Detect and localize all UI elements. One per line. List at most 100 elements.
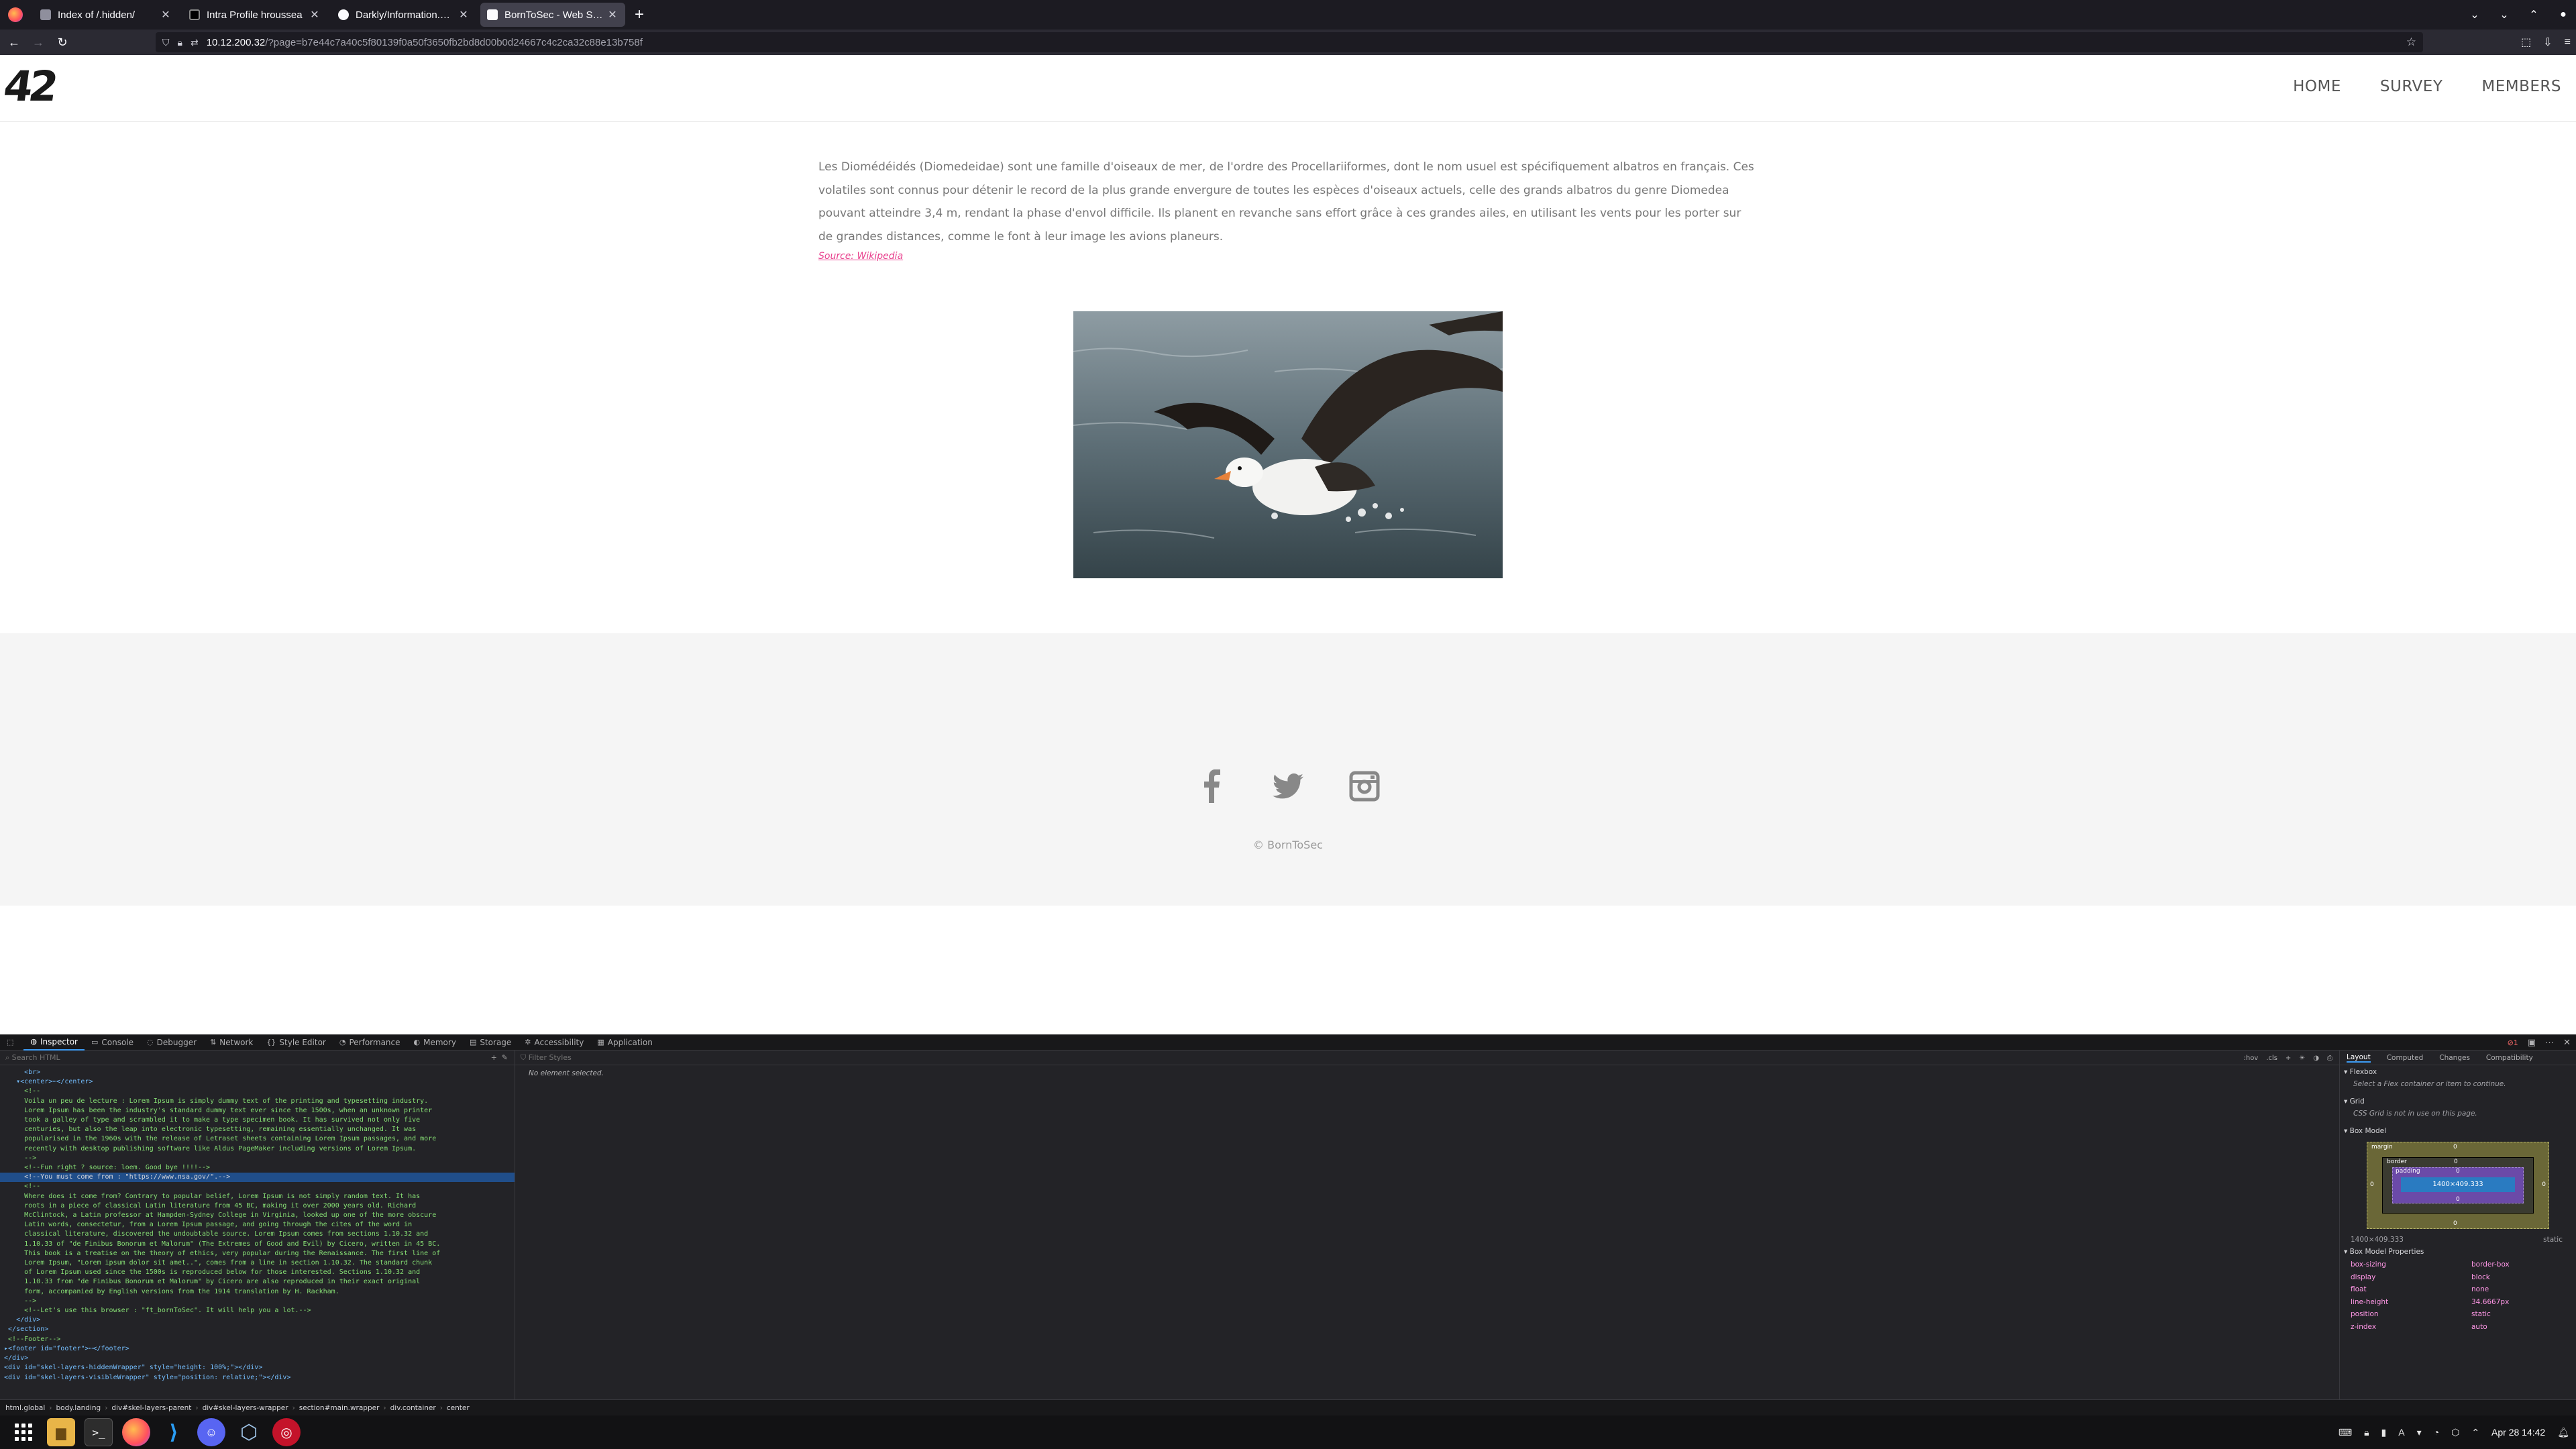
breadcrumb-item[interactable]: body.landing: [56, 1404, 101, 1412]
tab-computed[interactable]: Computed: [2387, 1054, 2424, 1062]
bookmark-star-icon[interactable]: ☆: [2406, 36, 2416, 49]
error-count-icon[interactable]: ⊘1: [2508, 1038, 2518, 1047]
markup-line[interactable]: <!--Footer-->: [0, 1335, 515, 1344]
property-value[interactable]: 34.6667px: [2471, 1298, 2509, 1306]
close-tab-icon[interactable]: ✕: [309, 8, 321, 21]
chevron-up-icon[interactable]: ⌃: [2471, 1427, 2479, 1438]
grid-section-toggle[interactable]: ▾ Grid: [2340, 1095, 2576, 1108]
pick-color-icon[interactable]: ✎: [502, 1053, 508, 1062]
files-icon[interactable]: ▆: [47, 1418, 75, 1446]
url-bar[interactable]: ⛉ 🔒︎ ⇄ 10.12.200.32/?page=b7e44c7a40c5f8…: [156, 32, 2423, 52]
add-rule-icon[interactable]: +: [2286, 1055, 2291, 1062]
markup-line[interactable]: ▾<center>⋯</center>: [0, 1077, 515, 1087]
property-value[interactable]: auto: [2471, 1323, 2487, 1331]
html-search-field[interactable]: ⌕ Search HTML + ✎: [0, 1051, 515, 1065]
facebook-icon[interactable]: [1196, 769, 1227, 804]
tab-intra-profile[interactable]: Intra Profile hroussea ✕: [182, 3, 327, 27]
dark-mode-icon[interactable]: ◑: [2313, 1055, 2319, 1062]
tab-storage[interactable]: ▤ Storage: [463, 1034, 518, 1051]
close-window-icon[interactable]: ●: [2556, 9, 2571, 21]
markup-line[interactable]: took a galley of type and scrambled it t…: [0, 1116, 515, 1125]
markup-line[interactable]: ▸<footer id="footer">⋯</footer>: [0, 1344, 515, 1354]
source-wikipedia-link[interactable]: Source: Wikipedia: [818, 251, 903, 262]
tab-compatibility[interactable]: Compatibility: [2486, 1054, 2533, 1062]
tab-changes[interactable]: Changes: [2439, 1054, 2470, 1062]
element-picker-icon[interactable]: ⬚: [0, 1034, 23, 1051]
pocket-icon[interactable]: ⬚: [2521, 36, 2531, 49]
nav-survey-link[interactable]: SURVEY: [2380, 78, 2443, 95]
tab-borntosec[interactable]: BornToSec - Web Section ✕: [480, 3, 625, 27]
markup-line[interactable]: recently with desktop publishing softwar…: [0, 1144, 515, 1154]
tab-console[interactable]: ▭ Console: [85, 1034, 140, 1051]
nav-home-link[interactable]: HOME: [2293, 78, 2341, 95]
close-devtools-icon[interactable]: ✕: [2563, 1038, 2571, 1048]
keyboard-icon[interactable]: ⌨: [2339, 1427, 2352, 1438]
markup-line[interactable]: Lorem Ipsum, "Lorem ipsum dolor sit amet…: [0, 1258, 515, 1268]
tab-style-editor[interactable]: {} Style Editor: [260, 1034, 332, 1051]
markup-line[interactable]: 1.10.33 of "de Finibus Bonorum et Maloru…: [0, 1240, 515, 1249]
light-mode-icon[interactable]: ☀: [2299, 1055, 2305, 1062]
logo-42[interactable]: 42: [1, 62, 58, 111]
property-value[interactable]: border-box: [2471, 1260, 2510, 1269]
twitter-icon[interactable]: [1273, 769, 1303, 804]
markup-line[interactable]: popularised in the 1960s with the releas…: [0, 1134, 515, 1144]
hover-state-toggle[interactable]: :hov: [2243, 1055, 2258, 1062]
tab-index-hidden[interactable]: Index of /.hidden/ ✕: [34, 3, 178, 27]
url-text[interactable]: 10.12.200.32/?page=b7e44c7a40c5f80139f0a…: [207, 37, 2406, 48]
markup-line[interactable]: classical literature, discovered the und…: [0, 1230, 515, 1239]
firefox-icon[interactable]: [122, 1418, 150, 1446]
tab-layout[interactable]: Layout: [2347, 1053, 2371, 1063]
markup-line[interactable]: <div id="skel-layers-visibleWrapper" sty…: [0, 1373, 515, 1383]
markup-line[interactable]: <!--Let's use this browser : "ft_bornToS…: [0, 1306, 515, 1316]
box-model-properties-toggle[interactable]: ▾ Box Model Properties: [2340, 1245, 2576, 1258]
property-value[interactable]: none: [2471, 1285, 2489, 1293]
bluetooth-icon[interactable]: ▮: [2381, 1427, 2387, 1438]
filter-styles-field[interactable]: ⛉ Filter Styles :hov .cls + ☀ ◑ ⎙: [515, 1051, 2339, 1065]
markup-line[interactable]: -->: [0, 1297, 515, 1306]
markup-line[interactable]: roots in a piece of classical Latin lite…: [0, 1201, 515, 1211]
markup-line[interactable]: Latin words, consectetur, from a Lorem I…: [0, 1220, 515, 1230]
forward-icon[interactable]: →: [28, 36, 48, 50]
add-node-icon[interactable]: +: [491, 1053, 502, 1062]
markup-line[interactable]: of Lorem Ipsum used since the 1500s is r…: [0, 1268, 515, 1277]
tab-network[interactable]: ⇅ Network: [203, 1034, 260, 1051]
clock[interactable]: Apr 28 14:42: [2491, 1427, 2545, 1438]
markup-line[interactable]: 1.10.33 from "de Finibus Bonorum et Malo…: [0, 1277, 515, 1287]
extensions-icon[interactable]: ⇩: [2543, 36, 2552, 49]
tab-github-information[interactable]: Darkly/Information.md at ✕: [331, 3, 476, 27]
tab-inspector[interactable]: ◍ Inspector: [23, 1034, 85, 1051]
breadcrumb-item[interactable]: html.global: [5, 1404, 45, 1412]
markup-line[interactable]: <!--Fun right ? source: loem. Good bye !…: [0, 1163, 515, 1173]
flexbox-section-toggle[interactable]: ▾ Flexbox: [2340, 1065, 2576, 1079]
tab-debugger[interactable]: ◌ Debugger: [140, 1034, 203, 1051]
reload-icon[interactable]: ↻: [52, 36, 72, 50]
back-icon[interactable]: ←: [4, 36, 24, 50]
maximize-icon[interactable]: ⌃: [2526, 8, 2541, 21]
markup-tree[interactable]: <br> ▾<center>⋯</center> <!-- Voila un p…: [0, 1065, 515, 1383]
shield-icon[interactable]: ⛉: [162, 37, 170, 48]
markup-line[interactable]: </div>: [0, 1316, 515, 1325]
markup-line[interactable]: McClintock, a Latin professor at Hampden…: [0, 1211, 515, 1220]
terminal-icon[interactable]: >_: [85, 1418, 113, 1446]
app-launcher-icon[interactable]: [9, 1418, 38, 1446]
minimize-icon[interactable]: ⌄: [2497, 8, 2512, 21]
markup-line[interactable]: <!--: [0, 1182, 515, 1191]
notifications-icon[interactable]: 🔔︎: [2557, 1427, 2569, 1438]
keyboard-layout-indicator[interactable]: A: [2398, 1427, 2404, 1438]
instagram-icon[interactable]: [1349, 769, 1380, 804]
tab-accessibility[interactable]: ✲ Accessibility: [518, 1034, 590, 1051]
devtools-menu-icon[interactable]: ⋯: [2545, 1038, 2554, 1048]
print-media-icon[interactable]: ⎙: [2327, 1055, 2332, 1062]
markup-line[interactable]: <!--: [0, 1087, 515, 1096]
markup-line[interactable]: </section>: [0, 1325, 515, 1334]
lock-icon[interactable]: 🔒︎: [2364, 1427, 2369, 1438]
breadcrumb-item[interactable]: div#skel-layers-wrapper: [203, 1404, 288, 1412]
breadcrumb-item[interactable]: div.container: [390, 1404, 436, 1412]
menu-icon[interactable]: ≡: [2565, 36, 2571, 48]
property-value[interactable]: static: [2471, 1310, 2491, 1318]
volume-icon[interactable]: ◔: [2434, 1427, 2439, 1438]
markup-line[interactable]: </div>: [0, 1354, 515, 1363]
markup-line[interactable]: Where does it come from? Contrary to pop…: [0, 1192, 515, 1201]
breadcrumb-item[interactable]: center: [447, 1404, 470, 1412]
lock-icon[interactable]: 🔒︎: [178, 37, 182, 48]
